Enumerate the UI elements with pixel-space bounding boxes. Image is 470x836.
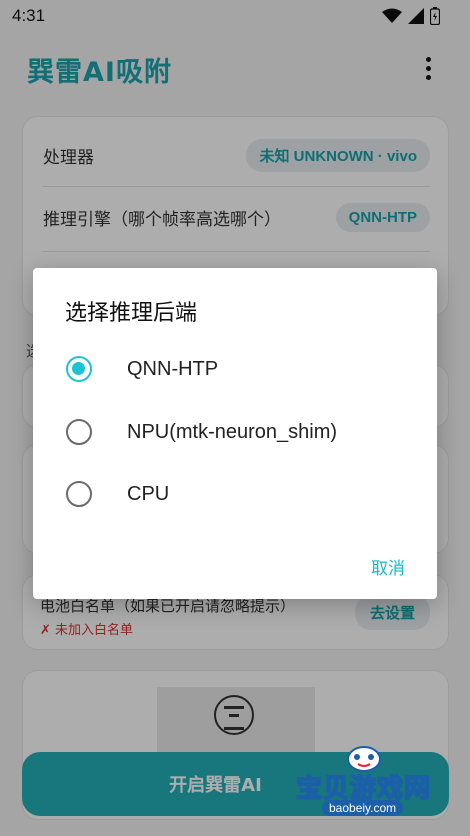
option-cpu[interactable]: CPU — [33, 467, 437, 521]
watermark: 宝贝游戏网 baobeiy.com — [292, 738, 442, 828]
option-qnn-htp[interactable]: QNN-HTP — [33, 342, 437, 396]
option-label: NPU(mtk-neuron_shim) — [127, 420, 338, 443]
option-npu[interactable]: NPU(mtk-neuron_shim) — [33, 405, 437, 459]
radio-checked-icon[interactable] — [66, 356, 92, 382]
backend-select-dialog: 选择推理后端 QNN-HTP NPU(mtk-neuron_shim) CPU … — [33, 268, 437, 599]
dialog-title: 选择推理后端 — [65, 301, 198, 326]
option-label: CPU — [127, 482, 170, 505]
watermark-url: baobeiy.com — [322, 800, 404, 816]
option-label: QNN-HTP — [127, 357, 219, 380]
radio-unchecked-icon[interactable] — [66, 419, 92, 445]
cancel-button[interactable]: 取消 — [369, 550, 407, 583]
radio-unchecked-icon[interactable] — [66, 481, 92, 507]
